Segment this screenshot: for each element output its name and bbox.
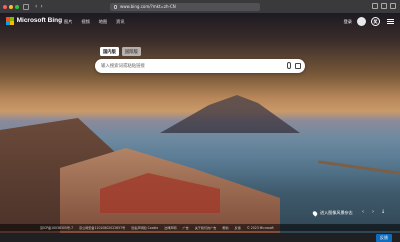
maximize-window-icon[interactable]: [15, 4, 19, 9]
next-image-icon[interactable]: ›: [370, 209, 376, 215]
rewards-icon[interactable]: 奖: [371, 17, 380, 26]
share-icon[interactable]: [372, 3, 378, 9]
download-icon[interactable]: ↓: [380, 209, 386, 215]
browser-window: ‹ › www.bing.com/?mkt=zh-CN Microsoft Bi…: [0, 0, 400, 242]
nav-maps[interactable]: 地图: [99, 19, 107, 25]
feedback-button[interactable]: 反馈: [376, 234, 392, 242]
tab-strip: [23, 3, 29, 10]
bing-homepage-background: [0, 13, 400, 237]
logo-text: Microsoft Bing: [16, 17, 63, 25]
tab-international[interactable]: 国际版: [121, 47, 141, 56]
bing-logo[interactable]: Microsoft Bing: [6, 17, 62, 25]
caption-text: 进入图像风景杂志: [320, 210, 353, 215]
visual-search-icon[interactable]: [295, 62, 301, 69]
microphone-icon[interactable]: [287, 62, 291, 69]
footer-link: © 2023 Microsoft: [246, 225, 274, 230]
hamburger-menu-icon[interactable]: [387, 19, 394, 24]
footer-link[interactable]: 法律声明: [164, 225, 176, 230]
footer-link[interactable]: 京ICP备10036305号-7: [40, 225, 73, 230]
footer-link[interactable]: 广告: [183, 225, 189, 230]
tab-overview-icon[interactable]: [390, 3, 396, 9]
sidebar-toggle-icon[interactable]: [23, 3, 29, 10]
microsoft-logo-icon: [6, 17, 14, 25]
browser-toolbar: ‹ › www.bing.com/?mkt=zh-CN: [0, 0, 400, 13]
avatar[interactable]: [357, 17, 366, 26]
browser-actions: [372, 3, 396, 9]
window-controls: [3, 4, 19, 9]
footer-link[interactable]: 帮助: [222, 225, 228, 230]
image-nav-buttons: ‹ › ↓: [360, 209, 386, 215]
footer-link[interactable]: 京公网安备11010802022657号: [79, 225, 125, 230]
address-bar[interactable]: www.bing.com/?mkt=zh-CN: [110, 2, 260, 11]
search-placeholder: 输入搜索词或粘贴链接: [101, 64, 145, 69]
nav-videos[interactable]: 视频: [81, 19, 89, 25]
footer: 京ICP备10036305号-7 京公网安备11010802022657号 隐私…: [0, 224, 400, 231]
search-input[interactable]: 输入搜索词或粘贴链接: [95, 59, 305, 73]
nav-news[interactable]: 资讯: [116, 19, 124, 25]
navigation-buttons: ‹ ›: [35, 3, 43, 10]
header-nav: 图片 视频 地图 资讯: [64, 19, 125, 25]
footer-link[interactable]: 反馈: [235, 225, 241, 230]
pier-image: [318, 160, 400, 175]
forward-icon[interactable]: ›: [40, 3, 42, 10]
volcano-image: [160, 95, 300, 133]
location-pin-icon: [311, 209, 319, 217]
image-caption[interactable]: 进入图像风景杂志: [311, 209, 353, 217]
nav-images[interactable]: 图片: [64, 19, 72, 25]
close-window-icon[interactable]: [3, 4, 7, 9]
market-tabs: 国内版 国际版: [100, 47, 141, 56]
footer-link[interactable]: 隐私声明和 Cookie: [131, 225, 158, 230]
back-icon[interactable]: ‹: [35, 3, 37, 10]
bing-header: Microsoft Bing 图片 视频 地图 资讯 登录 奖: [0, 15, 400, 29]
new-tab-icon[interactable]: [381, 3, 387, 9]
minimize-window-icon[interactable]: [9, 4, 13, 9]
login-link[interactable]: 登录: [344, 19, 352, 25]
tab-domestic[interactable]: 国内版: [100, 47, 119, 56]
lock-icon: [114, 4, 117, 9]
prev-image-icon[interactable]: ‹: [360, 209, 366, 215]
status-bar: [0, 233, 400, 242]
url-text: www.bing.com/?mkt=zh-CN: [120, 4, 176, 9]
footer-link[interactable]: 关于我们的广告: [195, 225, 217, 230]
header-actions: 登录 奖: [344, 17, 380, 26]
